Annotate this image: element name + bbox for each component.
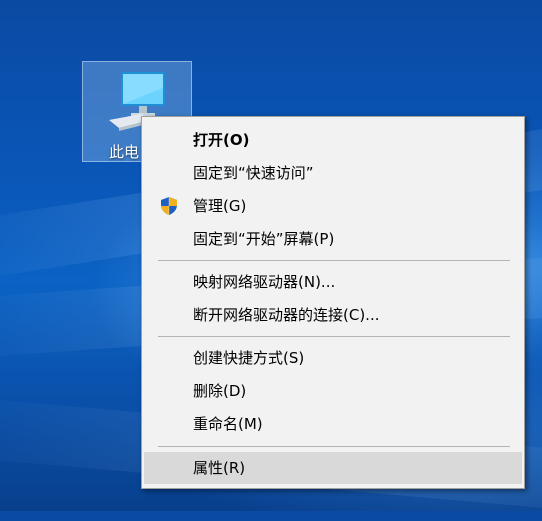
menu-item-delete[interactable]: 删除(D) <box>144 375 522 407</box>
menu-item-manage-label: 管理(G) <box>193 197 247 215</box>
menu-separator <box>158 336 510 337</box>
menu-item-open[interactable]: 打开(O) <box>144 124 522 156</box>
menu-separator <box>158 260 510 261</box>
desktop-icon-label: 此电 <box>109 143 140 161</box>
menu-item-pin-start[interactable]: 固定到“开始”屏幕(P) <box>144 223 522 255</box>
context-menu: 打开(O) 固定到“快速访问” 管理(G) 固定到“开始”屏幕(P) 映射网络驱… <box>141 116 525 489</box>
menu-item-pin-quick-access[interactable]: 固定到“快速访问” <box>144 157 522 189</box>
menu-item-properties[interactable]: 属性(R) <box>144 452 522 484</box>
menu-item-disconnect-network-drive[interactable]: 断开网络驱动器的连接(C)... <box>144 299 522 331</box>
menu-item-create-shortcut[interactable]: 创建快捷方式(S) <box>144 342 522 374</box>
menu-separator <box>158 446 510 447</box>
menu-item-manage[interactable]: 管理(G) <box>144 190 522 222</box>
menu-item-map-network-drive[interactable]: 映射网络驱动器(N)... <box>144 266 522 298</box>
menu-item-rename[interactable]: 重命名(M) <box>144 408 522 440</box>
uac-shield-icon <box>161 197 177 215</box>
